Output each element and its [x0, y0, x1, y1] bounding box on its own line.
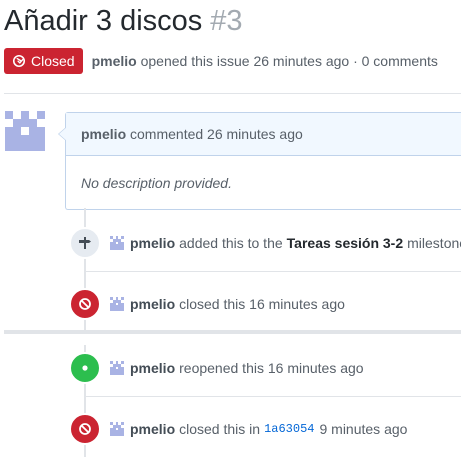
- actor-avatar[interactable]: [110, 236, 124, 250]
- issue-meta: Closed pmelio opened this issue 26 minut…: [4, 48, 438, 74]
- actor-link[interactable]: pmelio: [130, 296, 175, 312]
- event-text: pmelio added this to the Tareas sesión 3…: [110, 235, 461, 251]
- event-divider: [86, 396, 461, 397]
- closed-icon: [79, 298, 91, 310]
- comment-author-link[interactable]: pmelio: [81, 126, 126, 142]
- actor-avatar[interactable]: [110, 422, 124, 436]
- actor-avatar[interactable]: [110, 297, 124, 311]
- event-text: reopened this 16 minutes ago: [179, 360, 364, 376]
- issue-meta-text: pmelio opened this issue 26 minutes ago …: [92, 53, 438, 69]
- actor-link[interactable]: pmelio: [130, 360, 175, 376]
- timeline-event-reopened: pmelio reopened this 16 minutes ago: [0, 352, 461, 384]
- comment-body: No description provided.: [81, 174, 232, 191]
- event-text-before: closed this in: [179, 421, 261, 437]
- event-text: pmelio closed this in 1a63054 9 minutes …: [110, 421, 407, 437]
- closed-icon: [79, 423, 91, 435]
- actor-link[interactable]: pmelio: [130, 421, 175, 437]
- author-avatar[interactable]: [5, 111, 45, 151]
- issue-number: #3: [210, 5, 243, 37]
- timeline-event-closed: pmelio closed this 16 minutes ago: [0, 288, 461, 320]
- state-badge: Closed: [4, 48, 83, 74]
- milestone-link[interactable]: Tareas sesión 3-2: [287, 235, 403, 251]
- actor-link[interactable]: pmelio: [130, 235, 175, 251]
- timeline-event-closed-commit: pmelio closed this in 1a63054 9 minutes …: [0, 413, 461, 445]
- reopened-badge: [69, 352, 101, 384]
- issue-title: Añadir 3 discos #3: [4, 4, 243, 38]
- milestone-badge: [69, 227, 101, 259]
- event-text: pmelio closed this 16 minutes ago: [110, 296, 345, 312]
- event-text-after: 9 minutes ago: [319, 421, 408, 437]
- comment-header: pmelio commented 26 minutes ago: [66, 113, 461, 156]
- timeline-event-milestone: pmelio added this to the Tareas sesión 3…: [0, 227, 461, 259]
- issue-author-link[interactable]: pmelio: [92, 53, 137, 69]
- state-label: Closed: [31, 53, 75, 69]
- closed-badge: [69, 413, 101, 445]
- event-text-before: added this to the: [179, 235, 283, 251]
- comment-box: pmelio commented 26 minutes ago No descr…: [58, 112, 461, 210]
- milestone-icon: [79, 237, 91, 249]
- issue-opened-text: opened this issue 26 minutes ago · 0 com…: [140, 53, 438, 69]
- event-text: closed this 16 minutes ago: [179, 296, 345, 312]
- issue-closed-icon: [12, 54, 26, 68]
- closed-badge: [69, 288, 101, 320]
- timeline-thick-divider: [4, 330, 461, 334]
- comment-time[interactable]: commented 26 minutes ago: [130, 126, 303, 142]
- event-text: pmelio reopened this 16 minutes ago: [110, 360, 364, 376]
- event-text-after: milestone: [407, 235, 461, 251]
- event-divider: [86, 271, 461, 272]
- issue-title-text: Añadir 3 discos: [4, 5, 203, 37]
- actor-avatar[interactable]: [110, 361, 124, 375]
- reopened-icon: [82, 365, 88, 371]
- header-divider: [4, 93, 461, 94]
- commit-link[interactable]: 1a63054: [264, 422, 314, 436]
